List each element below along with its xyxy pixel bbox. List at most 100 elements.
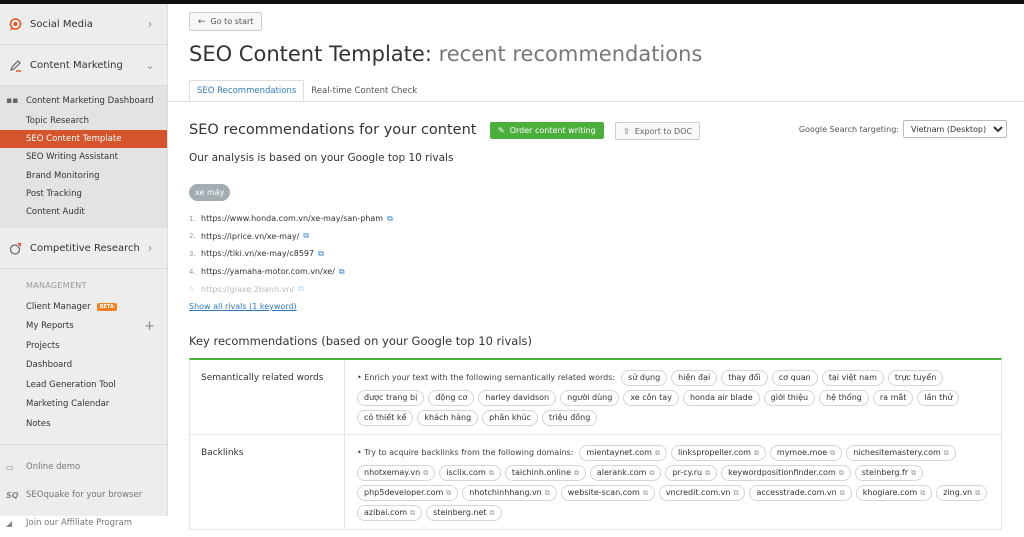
backlink-domain-chip[interactable]: vncredit.com.vn ⧉	[658, 485, 746, 501]
external-link-icon[interactable]: ⧉	[705, 469, 710, 477]
sidebar-item-seo-content-template[interactable]: SEO Content Template	[0, 130, 167, 149]
external-link-icon[interactable]: ⧉	[423, 469, 428, 477]
sidebar-item-label: My Reports	[26, 321, 74, 332]
semantic-word-chip: sử dụng	[621, 370, 668, 386]
export-to-doc-button[interactable]: ⇪ Export to DOC	[615, 122, 701, 140]
backlink-domain-chip[interactable]: accesstrade.com.vn ⧉	[749, 485, 852, 501]
external-link-icon[interactable]: ⧉	[339, 267, 345, 277]
backlink-domain-chip[interactable]: alerank.com ⧉	[589, 465, 662, 481]
sidebar-item-lead-generation-tool[interactable]: Lead Generation Tool	[0, 375, 167, 395]
backlink-domain-chip[interactable]: steinberg.fr ⧉	[854, 465, 924, 481]
sidebar-item-dashboard[interactable]: Dashboard	[0, 356, 167, 376]
rival-url: https://giaxe.2banh.vn/	[201, 284, 295, 294]
external-link-icon[interactable]: ⧉	[545, 489, 550, 497]
sidebar-item-social-media[interactable]: Social Media ›	[0, 4, 167, 45]
sidebar-item-content-marketing[interactable]: Content Marketing ⌄	[0, 45, 167, 86]
backlink-domain-chip[interactable]: isclix.com ⧉	[439, 465, 501, 481]
external-link-icon[interactable]: ⧉	[574, 469, 579, 477]
order-label: Order content writing	[509, 126, 596, 135]
backlink-domain-chip[interactable]: keywordpositionfinder.com ⧉	[721, 465, 851, 481]
external-link-icon[interactable]: ⧉	[840, 489, 845, 497]
arrow-left-icon: ←	[198, 16, 206, 27]
export-label: Export to DOC	[634, 126, 693, 136]
external-link-icon[interactable]: ⧉	[975, 489, 980, 497]
backlink-domain: khogiare.com	[862, 488, 918, 497]
backlink-domain-chip[interactable]: linkspropeller.com ⧉	[670, 445, 766, 461]
sidebar-item-seo-writing-assistant[interactable]: SEO Writing Assistant	[0, 148, 167, 166]
external-link-icon[interactable]: ⧉	[830, 449, 835, 457]
sidebar-item-content-marketing-dashboard[interactable]: ▪▪ Content Marketing Dashboard	[0, 90, 167, 112]
external-link-icon[interactable]: ⧉	[490, 509, 495, 517]
semantic-body: • Enrich your text with the following se…	[345, 360, 1001, 434]
key-recommendations-title: Key recommendations (based on your Googl…	[189, 334, 533, 348]
add-report-icon[interactable]: +	[144, 319, 155, 334]
backlink-domain-chip[interactable]: mientaynet.com ⧉	[579, 445, 667, 461]
search-targeting: Google Search targeting: Vietnam (Deskto…	[799, 120, 1007, 138]
external-link-icon[interactable]: ⧉	[410, 509, 415, 517]
tab-real-time-content-check[interactable]: Real-time Content Check	[304, 80, 424, 102]
targeting-select[interactable]: Vietnam (Desktop)	[903, 120, 1007, 138]
semantic-label: Semantically related words	[190, 360, 345, 434]
external-link-icon[interactable]: ⧉	[649, 469, 654, 477]
external-link-icon[interactable]: ⧉	[754, 449, 759, 457]
page-title-sub: recent recommendations	[438, 42, 703, 66]
tab-divider	[169, 101, 1024, 102]
backlink-domain-chip[interactable]: nhotchinhhang.vn ⧉	[462, 485, 557, 501]
external-link-icon[interactable]: ⧉	[911, 469, 916, 477]
content-marketing-submenu: ▪▪ Content Marketing Dashboard Topic Res…	[0, 86, 167, 229]
external-link-icon[interactable]: ⧉	[655, 449, 660, 457]
backlink-domain-chip[interactable]: nichesitemastery.com ⧉	[846, 445, 956, 461]
backlink-domain: vncredit.com.vn	[665, 488, 731, 497]
sidebar-item-my-reports[interactable]: My Reports +	[0, 317, 167, 337]
external-link-icon[interactable]: ⧉	[839, 469, 844, 477]
backlink-domain-chip[interactable]: steinberg.net ⧉	[426, 505, 502, 521]
sidebar-item-competitive-research[interactable]: Competitive Research ›	[0, 228, 167, 270]
sidebar-item-marketing-calendar[interactable]: Marketing Calendar	[0, 395, 167, 415]
order-content-writing-button[interactable]: ✎ Order content writing	[490, 122, 604, 139]
backlink-domain-chip[interactable]: mymoe.moe ⧉	[769, 445, 843, 461]
edit-icon: ✎	[498, 126, 505, 135]
tab-seo-recommendations[interactable]: SEO Recommendations	[189, 80, 305, 102]
external-link-icon[interactable]: ⧉	[944, 449, 949, 457]
backlink-domain-chip[interactable]: khogiare.com ⧉	[855, 485, 933, 501]
backlink-domain-chip[interactable]: zing.vn ⧉	[936, 485, 988, 501]
backlink-domain-chip[interactable]: php5developer.com ⧉	[357, 485, 459, 501]
backlink-domain-chip[interactable]: website-scan.com ⧉	[560, 485, 655, 501]
backlink-domain-chip[interactable]: azibai.com ⧉	[357, 505, 423, 521]
semantic-word-chip: khách hàng	[417, 410, 479, 426]
external-link-icon[interactable]: ⧉	[920, 489, 925, 497]
sidebar-item-post-tracking[interactable]: Post Tracking	[0, 185, 167, 203]
sidebar-item-affiliate[interactable]: ◢ Join our Affiliate Program	[0, 509, 168, 537]
upload-icon: ⇪	[623, 126, 630, 136]
semantic-word-chip: động cơ	[428, 390, 475, 406]
sidebar-item-client-manager[interactable]: Client Manager BETA	[0, 297, 167, 317]
sidebar-item-seoquake[interactable]: SQ SEOquake for your browser	[0, 481, 168, 509]
external-link-icon[interactable]: ⧉	[643, 489, 648, 497]
analysis-subtitle: Our analysis is based on your Google top…	[189, 152, 454, 164]
sidebar-item-brand-monitoring[interactable]: Brand Monitoring	[0, 167, 167, 185]
external-link-icon[interactable]: ⧉	[318, 249, 324, 259]
pie-chart-icon	[8, 241, 22, 255]
rival-url: https://tiki.vn/xe-may/c8597	[201, 249, 315, 259]
external-link-icon[interactable]: ⧉	[387, 214, 393, 224]
sidebar-item-projects[interactable]: Projects	[0, 336, 167, 356]
targeting-label: Google Search targeting:	[798, 124, 899, 134]
backlink-domain-chip[interactable]: nhotxemay.vn ⧉	[357, 465, 436, 481]
go-to-start-button[interactable]: ← Go to start	[189, 12, 263, 31]
rival-url: https://iprice.vn/xe-may/	[201, 231, 300, 241]
sidebar-item-content-audit[interactable]: Content Audit	[0, 203, 167, 221]
sidebar-item-topic-research[interactable]: Topic Research	[0, 112, 167, 130]
show-all-rivals-link[interactable]: Show all rivals (1 keyword)	[189, 302, 297, 311]
external-link-icon[interactable]: ⧉	[303, 231, 309, 241]
sidebar-item-notes[interactable]: Notes	[0, 414, 167, 434]
external-link-icon[interactable]: ⧉	[298, 284, 304, 294]
backlink-domains-list: • Try to acquire backlinks from the foll…	[357, 445, 991, 521]
backlink-domain-chip[interactable]: pr-cy.ru ⧉	[665, 465, 718, 481]
semantic-word-chip: giới thiệu	[763, 390, 816, 406]
sidebar-item-online-demo[interactable]: ▭ Online demo	[0, 453, 168, 481]
backlink-domain-chip[interactable]: taichinh.online ⧉	[504, 465, 586, 481]
management-heading: MANAGEMENT	[26, 281, 87, 291]
external-link-icon[interactable]: ⧉	[489, 469, 494, 477]
external-link-icon[interactable]: ⧉	[446, 489, 451, 497]
external-link-icon[interactable]: ⧉	[733, 489, 738, 497]
